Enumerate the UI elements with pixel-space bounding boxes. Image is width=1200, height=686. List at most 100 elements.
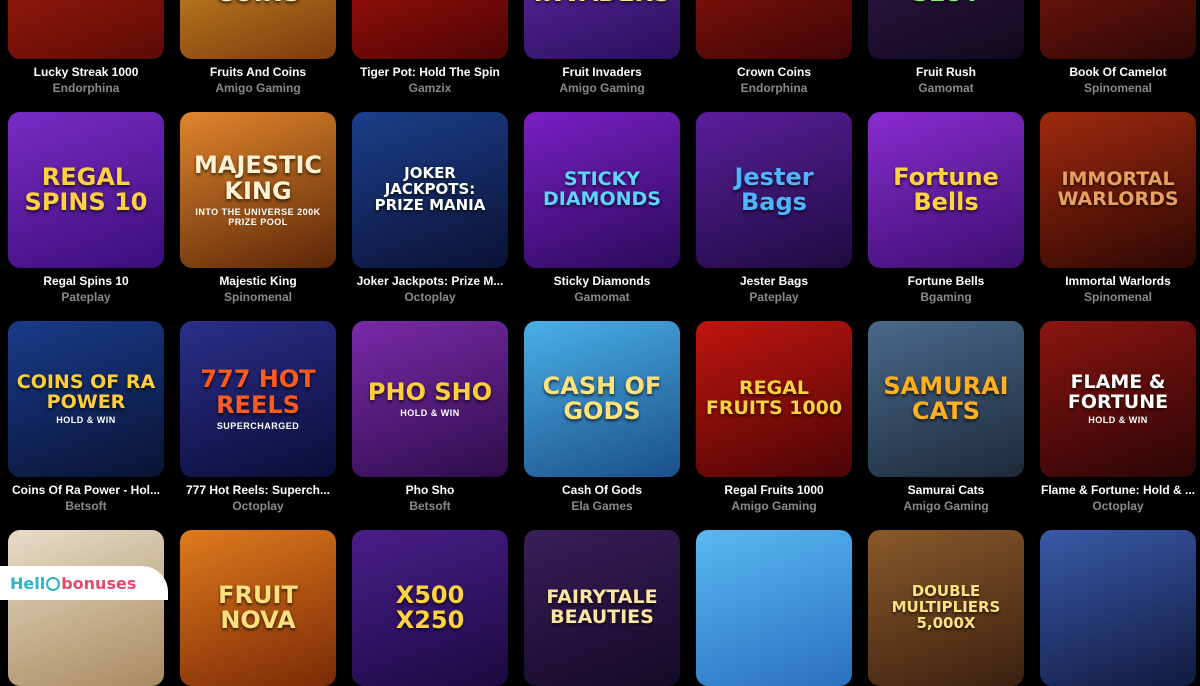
game-provider: Gamomat: [868, 81, 1024, 95]
game-thumbnail[interactable]: PHO SHO HOLD & WIN: [352, 321, 508, 477]
game-thumbnail[interactable]: Lucky STREAK 1000: [8, 0, 164, 59]
game-thumbnail[interactable]: DOUBLE MULTIPLIERS 5,000X: [868, 530, 1024, 686]
game-thumbnail[interactable]: Jester Bags: [696, 112, 852, 268]
game-provider: Ela Games: [524, 499, 680, 513]
game-provider: Amigo Gaming: [696, 499, 852, 513]
game-art-title: IMMORTAL WARLORDS: [1040, 170, 1196, 210]
game-title[interactable]: Fruit Rush: [868, 65, 1024, 79]
game-title[interactable]: Joker Jackpots: Prize M...: [352, 274, 508, 288]
game-art-title: REGAL SPINS 10: [8, 165, 164, 215]
game-provider: Amigo Gaming: [180, 81, 336, 95]
game-thumbnail[interactable]: FRUIT INVADERS: [524, 0, 680, 59]
game-provider: Bgaming: [868, 290, 1024, 304]
game-title[interactable]: Regal Spins 10: [8, 274, 164, 288]
game-thumbnail[interactable]: Classic SLOT: [868, 0, 1024, 59]
logo-text-bonuses: bonuses: [61, 574, 136, 593]
game-thumbnail[interactable]: [8, 530, 164, 686]
game-art-title: FLAME & FORTUNE: [1040, 373, 1196, 413]
game-art-title: FRUIT INVADERS: [524, 0, 680, 6]
game-provider: Octoplay: [180, 499, 336, 513]
game-thumbnail[interactable]: 777 HOT REELSSUPERCHARGED: [180, 321, 336, 477]
game-thumbnail[interactable]: JOKER JACKPOTS: PRIZE MANIA: [352, 112, 508, 268]
game-thumbnail[interactable]: SAMURAI CATS: [868, 321, 1024, 477]
game-thumbnail[interactable]: TIGER POTHOLD THE SPIN: [352, 0, 508, 59]
game-title[interactable]: Cash Of Gods: [524, 483, 680, 497]
logo-text-hell: Hell: [10, 574, 45, 593]
game-provider: Pateplay: [8, 290, 164, 304]
game-art-title: JOKER JACKPOTS: PRIZE MANIA: [352, 166, 508, 213]
game-provider: Gamzix: [352, 81, 508, 95]
game-thumbnail[interactable]: FRUITS & COINS: [180, 0, 336, 59]
game-art-title: FRUITS & COINS: [180, 0, 336, 6]
game-provider: Amigo Gaming: [868, 499, 1024, 513]
game-title[interactable]: Flame & Fortune: Hold & ...: [1040, 483, 1196, 497]
game-title[interactable]: Tiger Pot: Hold The Spin: [352, 65, 508, 79]
game-provider: Spinomenal: [180, 290, 336, 304]
game-thumbnail[interactable]: FLAME & FORTUNE HOLD & WIN: [1040, 321, 1196, 477]
game-art-title: DOUBLE MULTIPLIERS 5,000X: [868, 584, 1024, 631]
game-provider: Amigo Gaming: [524, 81, 680, 95]
game-art-title: COINS OF RA POWER: [8, 373, 164, 413]
game-art-title: 777 HOT REELS: [180, 367, 336, 417]
game-provider: Betsoft: [8, 499, 164, 513]
game-thumbnail[interactable]: COINS OF RA POWER HOLD & WIN: [8, 321, 164, 477]
game-provider: Endorphina: [8, 81, 164, 95]
game-provider: Pateplay: [696, 290, 852, 304]
game-provider: Gamomat: [524, 290, 680, 304]
game-art-title: MAJESTIC KING: [180, 153, 336, 203]
game-art-title: FRUIT NOVA: [180, 583, 336, 633]
game-art-title: Classic SLOT: [868, 0, 1024, 6]
game-thumbnail[interactable]: CASH OF GODS: [524, 321, 680, 477]
game-title[interactable]: Immortal Warlords: [1040, 274, 1196, 288]
game-art-subtitle: INTO THE UNIVERSE 200K PRIZE POOL: [180, 207, 336, 227]
game-art-title: CASH OF GODS: [524, 374, 680, 424]
game-thumbnail[interactable]: REGAL SPINS 10: [8, 112, 164, 268]
game-art-title: FAIRYTALE BEAUTIES: [524, 588, 680, 628]
game-thumbnail[interactable]: MAJESTIC KING INTO THE UNIVERSE 200K PRIZ…: [180, 112, 336, 268]
game-thumbnail[interactable]: Fortune Bells: [868, 112, 1024, 268]
game-thumbnail[interactable]: REGAL FRUITS 1000: [696, 321, 852, 477]
game-art-title: Lucky STREAK 1000: [8, 0, 164, 1]
game-art-subtitle: HOLD & WIN: [400, 408, 460, 418]
game-provider: Spinomenal: [1040, 290, 1196, 304]
game-title[interactable]: Crown Coins: [696, 65, 852, 79]
game-thumbnail[interactable]: [696, 530, 852, 686]
game-thumbnail[interactable]: FAIRYTALE BEAUTIES: [524, 530, 680, 686]
game-art-title: PHO SHO: [362, 380, 498, 405]
game-art-title: SAMURAI CATS: [868, 374, 1024, 424]
smile-icon: [46, 577, 60, 591]
game-provider: Spinomenal: [1040, 81, 1196, 95]
game-title[interactable]: Book Of Camelot: [1040, 65, 1196, 79]
game-title[interactable]: Majestic King: [180, 274, 336, 288]
game-title[interactable]: Lucky Streak 1000: [8, 65, 164, 79]
game-thumbnail[interactable]: BOOK OF CAMELOT: [1040, 0, 1196, 59]
game-title[interactable]: Sticky Diamonds: [524, 274, 680, 288]
game-thumbnail[interactable]: [1040, 530, 1196, 686]
game-provider: Endorphina: [696, 81, 852, 95]
game-thumbnail[interactable]: X500 X250: [352, 530, 508, 686]
game-title[interactable]: Samurai Cats: [868, 483, 1024, 497]
game-title[interactable]: Jester Bags: [696, 274, 852, 288]
hellobonuses-logo[interactable]: Hell bonuses: [0, 566, 168, 600]
game-provider: Betsoft: [352, 499, 508, 513]
game-art-title: X500 X250: [352, 583, 508, 633]
game-art-subtitle: HOLD & WIN: [1088, 415, 1148, 425]
game-provider: Octoplay: [352, 290, 508, 304]
game-art-subtitle: HOLD & WIN: [56, 415, 116, 425]
game-art-title: REGAL FRUITS 1000: [696, 379, 852, 419]
game-thumbnail[interactable]: COINS: [696, 0, 852, 59]
game-title[interactable]: Fortune Bells: [868, 274, 1024, 288]
game-title[interactable]: Fruit Invaders: [524, 65, 680, 79]
game-title[interactable]: 777 Hot Reels: Superch...: [180, 483, 336, 497]
game-title[interactable]: Regal Fruits 1000: [696, 483, 852, 497]
game-provider: Octoplay: [1040, 499, 1196, 513]
game-thumbnail[interactable]: STICKY DIAMONDS: [524, 112, 680, 268]
game-art-title: BOOK OF CAMELOT: [1040, 0, 1196, 1]
game-title[interactable]: Fruits And Coins: [180, 65, 336, 79]
game-art-title: Jester Bags: [696, 165, 852, 215]
game-title[interactable]: Coins Of Ra Power - Hol...: [8, 483, 164, 497]
game-art-title: STICKY DIAMONDS: [524, 170, 680, 210]
game-thumbnail[interactable]: FRUIT NOVA: [180, 530, 336, 686]
game-title[interactable]: Pho Sho: [352, 483, 508, 497]
game-thumbnail[interactable]: IMMORTAL WARLORDS: [1040, 112, 1196, 268]
